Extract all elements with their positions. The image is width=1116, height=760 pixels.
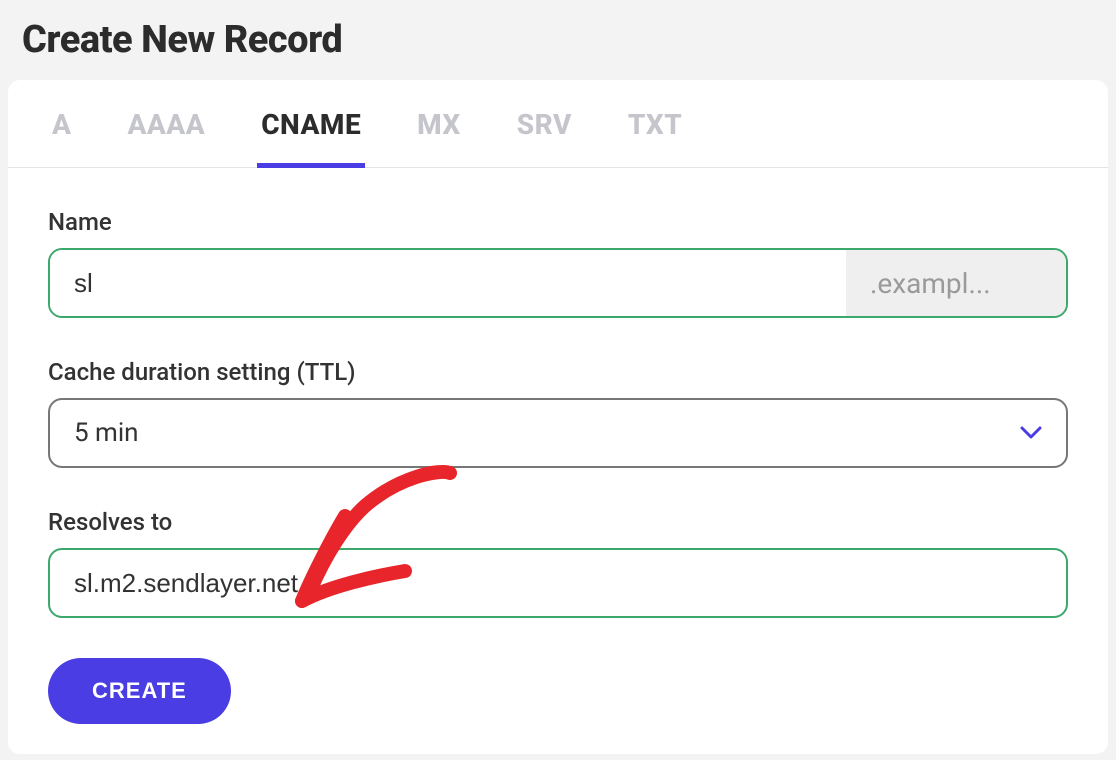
- tab-txt[interactable]: TXT: [624, 108, 686, 168]
- chevron-down-icon: [1020, 426, 1042, 440]
- record-type-tabs: A AAAA CNAME MX SRV TXT: [8, 80, 1108, 168]
- ttl-label: Cache duration setting (TTL): [48, 358, 1068, 386]
- name-input[interactable]: [50, 250, 846, 316]
- create-button[interactable]: CREATE: [48, 658, 231, 724]
- ttl-value: 5 min: [74, 418, 1020, 448]
- tab-cname[interactable]: CNAME: [257, 108, 365, 168]
- tab-mx[interactable]: MX: [413, 108, 465, 168]
- name-field-row: .exampl...: [48, 248, 1068, 318]
- resolves-to-input[interactable]: [48, 548, 1068, 618]
- resolves-label: Resolves to: [48, 508, 1068, 536]
- ttl-select[interactable]: 5 min: [48, 398, 1068, 468]
- tab-aaaa[interactable]: AAAA: [123, 108, 209, 168]
- tab-a[interactable]: A: [48, 108, 75, 168]
- name-domain-suffix: .exampl...: [846, 250, 1066, 316]
- name-label: Name: [48, 208, 1068, 236]
- page-title: Create New Record: [22, 18, 1108, 62]
- tab-srv[interactable]: SRV: [513, 108, 576, 168]
- record-form-card: A AAAA CNAME MX SRV TXT Name .exampl... …: [8, 80, 1108, 754]
